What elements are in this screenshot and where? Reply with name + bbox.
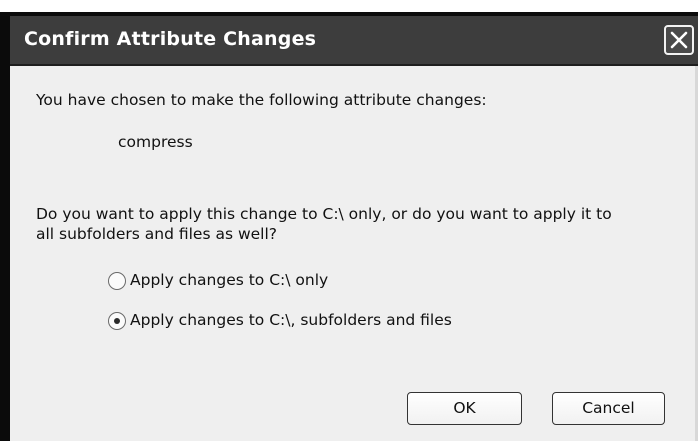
ok-button[interactable]: OK bbox=[407, 392, 522, 425]
window-frame-left bbox=[0, 14, 10, 441]
intro-text: You have chosen to make the following at… bbox=[36, 91, 487, 109]
dialog-body: You have chosen to make the following at… bbox=[10, 66, 698, 441]
title-bar[interactable]: Confirm Attribute Changes bbox=[10, 16, 698, 66]
question-line-2: all subfolders and files as well? bbox=[36, 225, 278, 243]
question-line-1: Do you want to apply this change to C:\ … bbox=[36, 205, 612, 223]
cancel-button[interactable]: Cancel bbox=[552, 392, 665, 425]
close-button[interactable] bbox=[664, 25, 694, 55]
close-icon bbox=[670, 31, 688, 49]
radio-button-unselected[interactable] bbox=[108, 272, 126, 290]
option-c-subfolders-files-label[interactable]: Apply changes to C:\, subfolders and fil… bbox=[130, 311, 452, 329]
option-c-only-label[interactable]: Apply changes to C:\ only bbox=[130, 271, 328, 289]
radio-selected-dot bbox=[113, 317, 120, 324]
dialog-title: Confirm Attribute Changes bbox=[24, 28, 317, 50]
screen: Confirm Attribute Changes You have chose… bbox=[0, 0, 698, 441]
attribute-change-item: compress bbox=[118, 133, 193, 151]
question-text: Do you want to apply this change to C:\ … bbox=[36, 204, 612, 244]
radio-button-selected[interactable] bbox=[108, 312, 126, 330]
